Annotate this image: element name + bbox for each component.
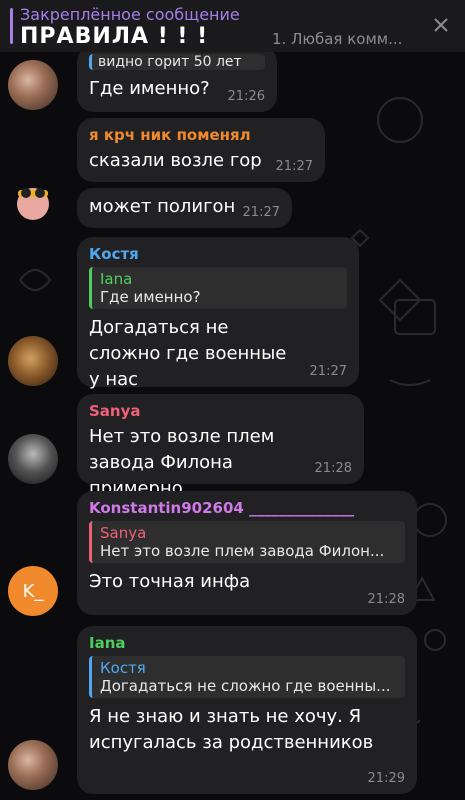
message-time: 21:27 [275, 159, 313, 174]
reply-quote[interactable]: Sanya Нет это возле плем завода Филон... [89, 521, 405, 563]
avatar[interactable] [8, 60, 58, 110]
message-time: 21:28 [367, 592, 405, 607]
reply-name: Sanya [100, 524, 147, 542]
message-bubble[interactable]: Iana Костя Догадаться не сложно где воен… [77, 626, 417, 794]
pinned-preview: 1. Любая комм... [272, 30, 403, 48]
pinned-text: ПРАВИЛА ! ! ! [20, 24, 209, 49]
reply-quote[interactable]: Iana Где именно? [89, 267, 347, 309]
reply-name: Костя [100, 659, 146, 677]
message-bubble[interactable]: я крч ник поменял сказали возле гор 21:2… [77, 118, 325, 182]
sender-name[interactable]: Iana [89, 634, 405, 652]
reply-text: Догадаться не сложно где военны... [100, 677, 391, 695]
sender-name[interactable]: Konstantin902604 ______________ [89, 499, 405, 517]
sender-name[interactable]: Sanya [89, 402, 352, 420]
message-text: Это точная инфа [89, 571, 251, 592]
close-icon[interactable] [430, 14, 452, 36]
reply-text: Нет это возле плем завода Филон... [100, 542, 385, 560]
emoji-avatar-icon [17, 188, 49, 220]
message-time: 21:26 [227, 89, 265, 104]
avatar[interactable] [8, 740, 58, 790]
pinned-accent-line [10, 8, 13, 44]
message-text: Догадаться не сложно где военные у нас [89, 317, 287, 390]
message-time: 21:27 [242, 205, 280, 220]
message-bubble[interactable]: может полигон 21:27 [77, 188, 292, 228]
message-bubble[interactable]: Sanya Нет это возле плем завода Филона п… [77, 394, 364, 499]
message-time: 21:28 [314, 461, 352, 476]
message-bubble[interactable]: Konstantin902604 ______________ Sanya Не… [77, 491, 417, 615]
message-text: Я не знаю и знать не хочу. Я испугалась … [89, 706, 374, 753]
pinned-title: Закреплённое сообщение [20, 5, 240, 24]
message-time: 21:29 [367, 771, 405, 786]
avatar[interactable] [8, 176, 58, 226]
reply-quote[interactable]: Костя Догадаться не сложно где военны... [89, 656, 405, 698]
reply-name: Iana [100, 270, 133, 288]
avatar[interactable]: K_ [8, 566, 58, 616]
reply-text: Где именно? [100, 288, 201, 306]
reply-quote[interactable]: видно горит 50 лет [89, 54, 265, 70]
sender-name[interactable]: я крч ник поменял [89, 126, 313, 144]
message-bubble[interactable]: видно горит 50 лет Где именно? 21:26 [77, 46, 277, 112]
pinned-message-bar[interactable]: Закреплённое сообщение ПРАВИЛА ! ! ! 1. … [0, 0, 465, 52]
reply-text: видно горит 50 лет [98, 54, 242, 70]
avatar[interactable] [8, 336, 58, 386]
sender-name[interactable]: Костя [89, 245, 347, 263]
avatar[interactable] [8, 434, 58, 484]
message-bubble[interactable]: Костя Iana Где именно? Догадаться не сло… [77, 237, 359, 390]
message-time: 21:27 [309, 364, 347, 379]
